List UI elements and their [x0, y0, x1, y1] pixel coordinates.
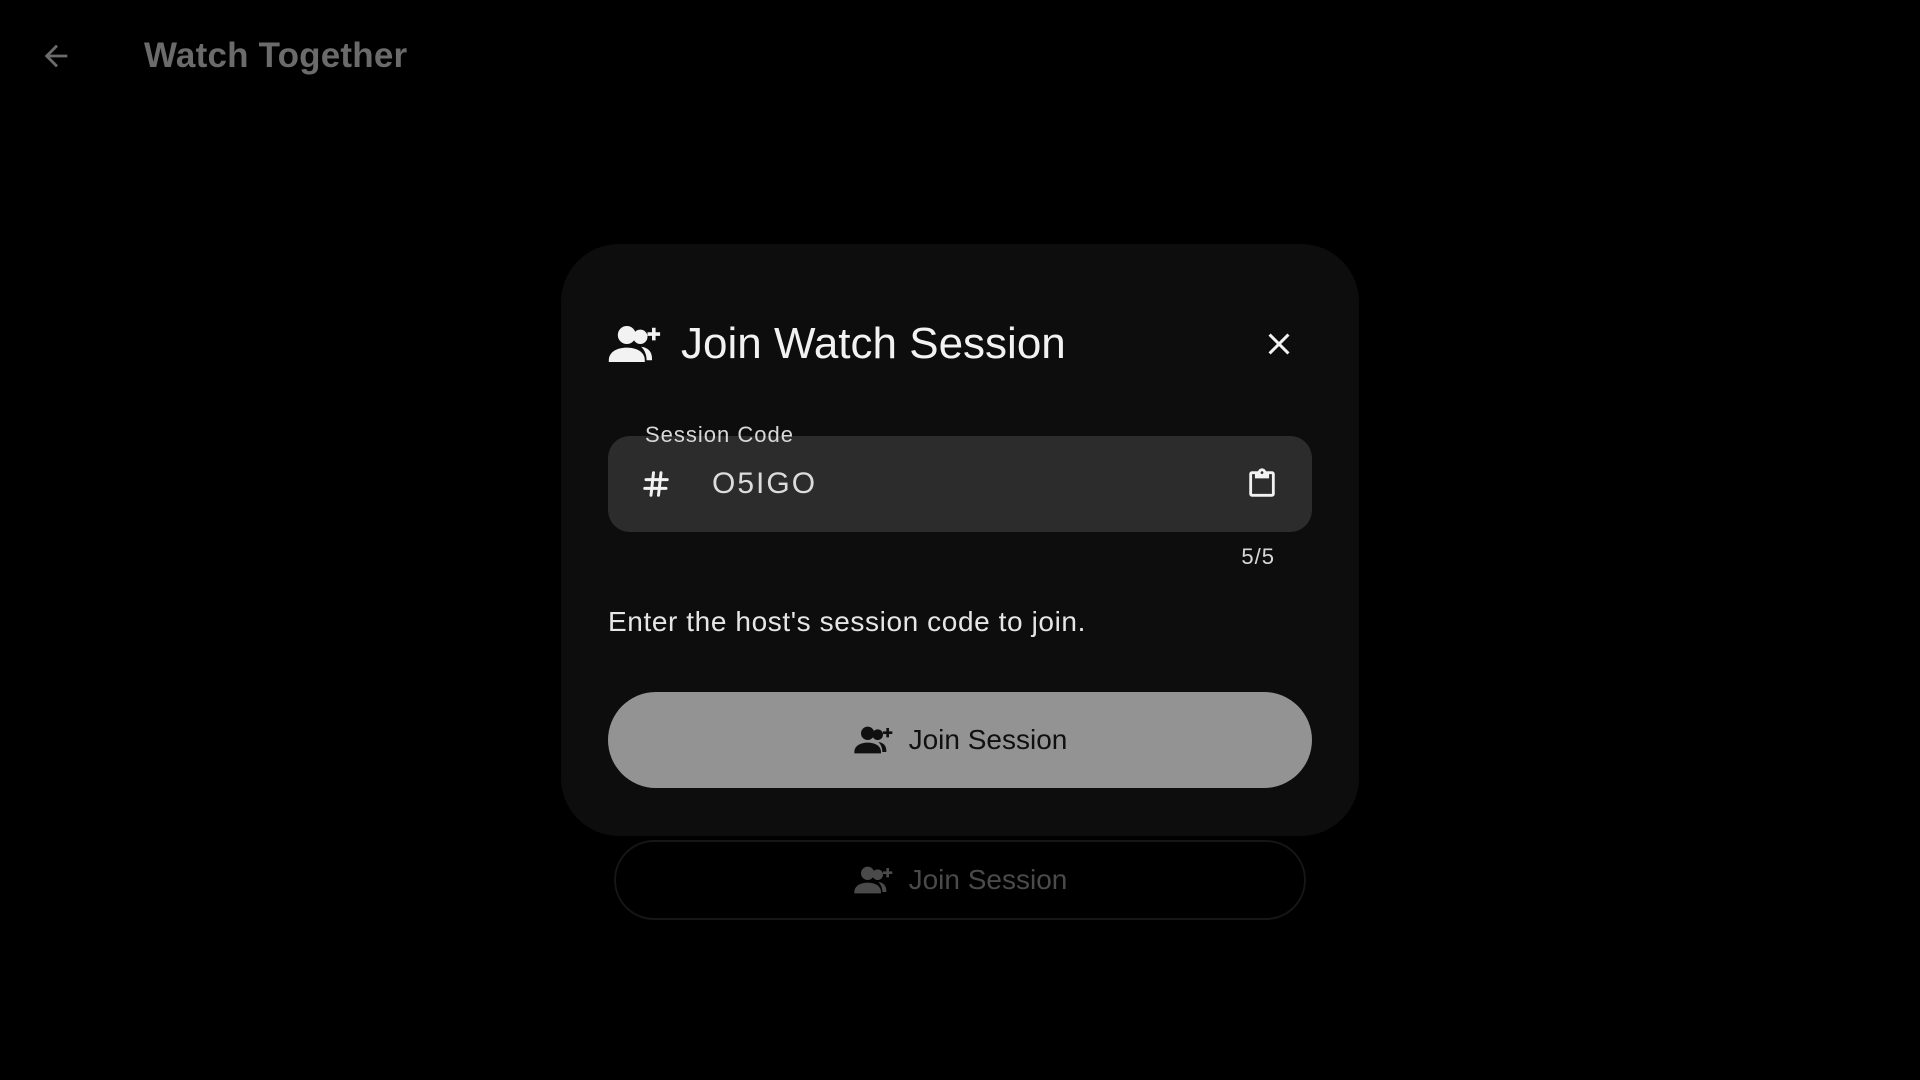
app-bar: Watch Together	[0, 0, 1920, 112]
close-button[interactable]	[1255, 320, 1303, 368]
dialog-header: Join Watch Session	[607, 304, 1313, 384]
group-add-icon	[853, 866, 892, 894]
character-counter: 5/5	[1241, 544, 1275, 569]
background-join-session-label: Join Session	[908, 864, 1068, 895]
join-session-button[interactable]: Join Session	[608, 692, 1312, 788]
session-code-input[interactable]	[712, 454, 1212, 514]
paste-button[interactable]	[1238, 460, 1286, 508]
arrow-back-icon	[44, 44, 68, 68]
session-code-label: Session Code	[645, 422, 794, 447]
helper-text: Enter the host's session code to join.	[608, 606, 1086, 637]
back-button[interactable]	[32, 32, 80, 80]
dialog-header-icon	[607, 322, 661, 366]
session-code-field[interactable]	[608, 436, 1312, 532]
page-title: Watch Together	[144, 36, 408, 75]
group-add-icon	[853, 726, 892, 754]
join-session-dialog: Join Watch Session Session Code 5/5 Ente…	[561, 244, 1359, 836]
background-join-session-button: Join Session	[614, 840, 1306, 920]
close-icon	[1268, 333, 1290, 355]
hash-icon	[636, 464, 676, 504]
dialog-title: Join Watch Session	[681, 319, 1066, 368]
clipboard-icon	[1249, 468, 1275, 497]
join-session-label: Join Session	[908, 724, 1068, 755]
group-add-icon	[608, 326, 661, 362]
